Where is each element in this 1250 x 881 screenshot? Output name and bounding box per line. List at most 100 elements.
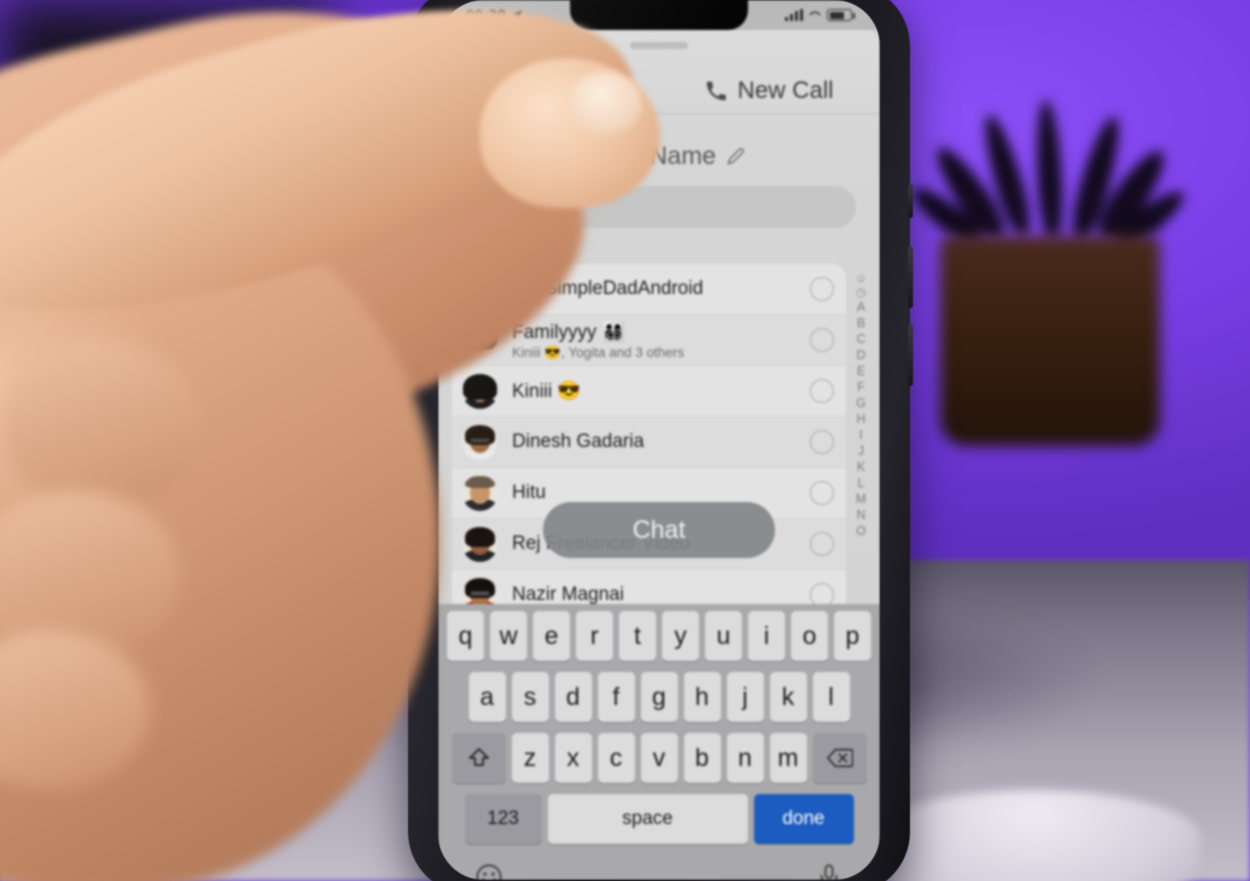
chat-toast-button[interactable]: Chat (543, 502, 775, 558)
alphabet-index[interactable]: ☺ ◷ A B C D E F G H I J K L M N O (850, 272, 872, 538)
key-w[interactable]: w (490, 611, 527, 661)
index-letter-k[interactable]: K (857, 460, 865, 474)
key-f[interactable]: f (597, 672, 635, 722)
key-h[interactable]: h (683, 672, 721, 722)
shift-arrow-icon (468, 748, 489, 766)
space-key[interactable]: space (547, 794, 748, 844)
key-q[interactable]: q (447, 611, 484, 661)
plant-pot (940, 236, 1160, 446)
pencil-icon[interactable] (726, 147, 745, 166)
list-item-text: Kiniii 😎 (512, 379, 796, 403)
contact-subtitle: Kiniii 😎, Yogita and 3 others (512, 344, 685, 360)
key-r[interactable]: r (576, 611, 613, 661)
contact-name: Hitu (512, 482, 546, 503)
list-item[interactable]: Kiniii 😎 (452, 366, 846, 417)
keyboard-row-2: a s d f g h j k l (441, 672, 877, 722)
white-bowl (870, 790, 1200, 881)
onscreen-keyboard[interactable]: q w e r t y u i o p a s d f g h j k l z … (438, 604, 880, 880)
key-l[interactable]: l (812, 672, 850, 722)
index-letter-n[interactable]: N (856, 508, 865, 522)
index-letter-l[interactable]: L (858, 476, 865, 490)
tab-new-call-label: New Call (737, 77, 834, 104)
sheet-drag-handle[interactable] (630, 42, 688, 49)
key-i[interactable]: i (748, 611, 785, 661)
index-letter-d[interactable]: D (856, 348, 865, 362)
list-item-text: Hitu (512, 482, 796, 504)
plant-silhouette (905, 96, 1191, 256)
dynamic-island (570, 0, 748, 30)
shift-key[interactable] (451, 733, 506, 783)
index-letter-m[interactable]: M (856, 492, 866, 506)
smiley-icon[interactable]: ☺ (855, 272, 867, 284)
key-y[interactable]: y (662, 611, 699, 661)
index-letter-b[interactable]: B (857, 316, 865, 330)
key-b[interactable]: b (683, 733, 721, 783)
index-letter-g[interactable]: G (856, 396, 866, 410)
list-item[interactable]: Dinesh Gadaria (452, 417, 846, 468)
status-bar-right (785, 9, 855, 22)
select-checkbox[interactable] (810, 532, 834, 556)
select-checkbox[interactable] (810, 430, 834, 454)
avatar (462, 526, 498, 562)
microphone-icon[interactable] (815, 863, 843, 880)
key-x[interactable]: x (554, 733, 592, 783)
key-z[interactable]: z (511, 733, 549, 783)
key-e[interactable]: e (533, 611, 570, 661)
select-checkbox[interactable] (810, 379, 834, 403)
key-s[interactable]: s (511, 672, 549, 722)
avatar (462, 475, 498, 511)
battery-icon (827, 9, 855, 21)
keyboard-row-1: q w e r t y u i o p (441, 611, 877, 661)
avatar (462, 424, 498, 460)
key-c[interactable]: c (597, 733, 635, 783)
keyboard-row-4: 123 space done (441, 794, 877, 844)
emoji-smiley-icon[interactable] (475, 863, 503, 880)
key-v[interactable]: v (640, 733, 678, 783)
done-key[interactable]: done (753, 794, 854, 844)
fingertip (480, 58, 660, 208)
index-letter-c[interactable]: C (856, 332, 865, 346)
select-checkbox[interactable] (810, 481, 834, 505)
backspace-key[interactable] (812, 733, 867, 783)
index-letter-f[interactable]: F (857, 380, 865, 394)
key-j[interactable]: j (726, 672, 764, 722)
key-d[interactable]: d (554, 672, 592, 722)
contact-name: Dinesh Gadaria (512, 431, 645, 452)
index-letter-e[interactable]: E (857, 364, 865, 378)
phone-icon (707, 81, 727, 101)
keyboard-row-3: z x c v b n m (441, 733, 877, 783)
contact-name: Familyyyy 👨‍👩‍👧‍👦 (512, 321, 626, 343)
backspace-icon (826, 748, 853, 768)
key-u[interactable]: u (705, 611, 742, 661)
key-k[interactable]: k (769, 672, 807, 722)
list-item-text: Dinesh Gadaria (512, 431, 796, 453)
numbers-key[interactable]: 123 (464, 794, 542, 844)
index-letter-h[interactable]: H (856, 412, 865, 426)
list-item-text: Familyyyy 👨‍👩‍👧‍👦 Kiniii 😎, Yogita and 3… (512, 320, 796, 361)
select-checkbox[interactable] (810, 277, 834, 301)
chat-toast-label: Chat (632, 515, 686, 544)
index-letter-i[interactable]: I (859, 428, 862, 442)
select-checkbox[interactable] (810, 328, 834, 352)
key-o[interactable]: o (791, 611, 828, 661)
mute-switch[interactable] (908, 184, 913, 218)
keyboard-bottom-bar (441, 855, 877, 880)
index-letter-j[interactable]: J (858, 444, 864, 458)
index-letter-o[interactable]: O (856, 524, 866, 538)
key-n[interactable]: n (726, 733, 764, 783)
volume-up-button[interactable] (908, 246, 913, 308)
key-a[interactable]: a (468, 672, 506, 722)
fingernail (568, 72, 642, 134)
key-g[interactable]: g (640, 672, 678, 722)
key-t[interactable]: t (619, 611, 656, 661)
clock-icon[interactable]: ◷ (856, 286, 866, 298)
list-item-text: Nazir Magnai (512, 584, 796, 606)
contact-name: Nazir Magnai (512, 584, 624, 605)
key-p[interactable]: p (834, 611, 871, 661)
key-m[interactable]: m (769, 733, 807, 783)
index-letter-a[interactable]: A (857, 300, 865, 314)
volume-down-button[interactable] (908, 324, 913, 386)
avatar (462, 373, 498, 409)
wifi-icon (809, 11, 821, 15)
signal-bars-icon (785, 9, 803, 21)
